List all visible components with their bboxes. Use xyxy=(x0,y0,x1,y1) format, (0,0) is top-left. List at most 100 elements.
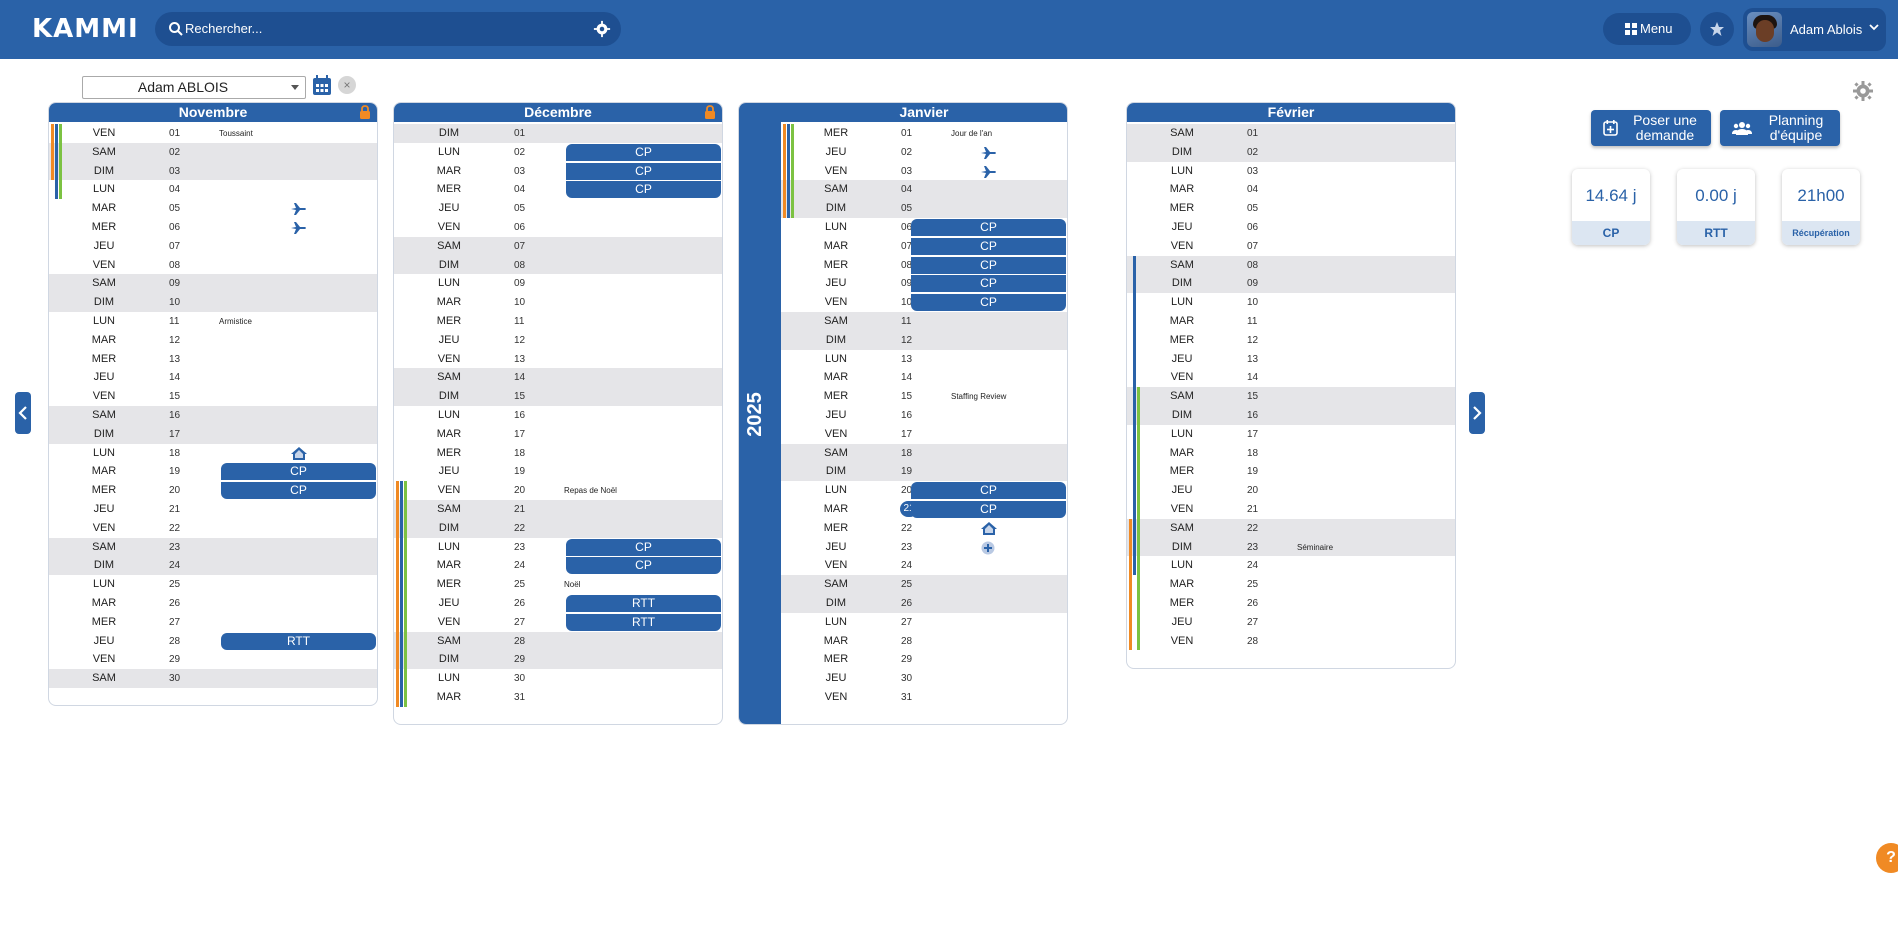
day-row[interactable]: DIM 03 xyxy=(49,161,377,181)
day-row[interactable]: DIM 01 xyxy=(394,124,722,143)
day-row[interactable]: MER 26 xyxy=(1127,594,1455,613)
day-row[interactable]: LUN 11 Armistice xyxy=(49,312,377,331)
team-planning-button[interactable]: Planning d'équipe xyxy=(1720,110,1840,146)
day-row[interactable]: SAM 28 xyxy=(394,631,722,651)
leave-event[interactable]: CP xyxy=(911,256,1066,274)
leave-event[interactable]: CP xyxy=(566,162,721,180)
day-row[interactable]: DIM 09 xyxy=(1127,274,1455,294)
day-row[interactable]: VEN 20 Repas de Noël xyxy=(394,481,722,500)
day-row[interactable]: MER 12 xyxy=(1127,331,1455,350)
day-row[interactable]: MER 15 Staffing Review xyxy=(781,387,1067,406)
day-row[interactable]: DIM 29 xyxy=(394,650,722,670)
leave-event[interactable]: CP xyxy=(911,501,1066,518)
person-select[interactable]: Adam ABLOIS xyxy=(82,76,306,99)
day-row[interactable]: VEN 06 xyxy=(394,218,722,237)
day-row[interactable]: VEN 07 xyxy=(1127,237,1455,256)
day-row[interactable]: DIM 24 xyxy=(49,556,377,576)
day-row[interactable]: MAR 12 xyxy=(49,331,377,350)
day-row[interactable]: MAR 04 xyxy=(1127,180,1455,199)
day-row[interactable]: MER 01 Jour de l'an xyxy=(781,124,1067,143)
search-settings-icon[interactable] xyxy=(593,20,611,38)
user-menu[interactable]: Adam Ablois xyxy=(1743,8,1886,51)
day-row[interactable]: JEU 20 xyxy=(1127,481,1455,500)
leave-event[interactable]: RTT xyxy=(566,613,721,631)
day-row[interactable]: LUN 17 xyxy=(1127,425,1455,444)
day-row[interactable]: MER 27 xyxy=(49,613,377,632)
leave-event[interactable]: CP xyxy=(911,294,1066,312)
day-row[interactable]: VEN 22 xyxy=(49,519,377,538)
day-row[interactable]: LUN 25 xyxy=(49,575,377,594)
day-row[interactable]: VEN 14 xyxy=(1127,368,1455,387)
day-row[interactable]: VEN 21 xyxy=(1127,500,1455,519)
day-row[interactable]: VEN 13 xyxy=(394,350,722,369)
day-row[interactable]: VEN 31 xyxy=(781,688,1067,707)
day-row[interactable]: LUN 13 xyxy=(781,350,1067,369)
day-row[interactable]: VEN 17 xyxy=(781,425,1067,444)
day-row[interactable]: MER 06 xyxy=(49,218,377,237)
day-row[interactable]: MAR 05 xyxy=(49,199,377,218)
day-row[interactable]: MAR 25 xyxy=(1127,575,1455,594)
day-row[interactable]: VEN 03 xyxy=(781,162,1067,181)
day-row[interactable]: SAM 08 xyxy=(1127,255,1455,275)
day-row[interactable]: LUN 27 xyxy=(781,613,1067,632)
day-row[interactable]: LUN 24 xyxy=(1127,556,1455,575)
leave-event[interactable]: CP xyxy=(221,463,376,481)
day-row[interactable]: JEU 05 xyxy=(394,199,722,218)
day-row[interactable]: MER 05 xyxy=(1127,199,1455,218)
day-row[interactable]: SAM 09 xyxy=(49,274,377,294)
day-row[interactable]: MAR 11 xyxy=(1127,312,1455,331)
day-row[interactable]: VEN 28 xyxy=(1127,632,1455,651)
day-row[interactable]: MAR 28 xyxy=(781,632,1067,651)
day-row[interactable]: MER 29 xyxy=(781,650,1067,669)
day-row[interactable]: MAR 18 xyxy=(1127,444,1455,463)
day-row[interactable]: MER 13 xyxy=(49,350,377,369)
menu-button[interactable]: Menu xyxy=(1603,13,1691,45)
day-row[interactable]: DIM 08 xyxy=(394,255,722,275)
leave-event[interactable]: CP xyxy=(566,143,721,161)
day-row[interactable]: MER 25 Noël xyxy=(394,575,722,594)
day-row[interactable]: VEN 01 Toussaint xyxy=(49,124,377,143)
day-row[interactable]: LUN 09 xyxy=(394,274,722,293)
plus-icon[interactable] xyxy=(981,541,995,560)
day-row[interactable]: MAR 26 xyxy=(49,594,377,613)
previous-month-button[interactable] xyxy=(15,392,31,434)
leave-event[interactable]: CP xyxy=(911,237,1066,255)
settings-gear-icon[interactable] xyxy=(1853,81,1873,101)
day-row[interactable]: VEN 08 xyxy=(49,256,377,275)
next-month-button[interactable] xyxy=(1469,392,1485,434)
plane-icon[interactable] xyxy=(981,146,997,164)
help-button[interactable]: ? xyxy=(1876,843,1898,873)
day-row[interactable]: DIM 15 xyxy=(394,387,722,406)
day-row[interactable]: SAM 22 xyxy=(1127,518,1455,538)
day-row[interactable]: JEU 07 xyxy=(49,237,377,256)
day-row[interactable]: MAR 14 xyxy=(781,368,1067,387)
day-row[interactable]: SAM 23 xyxy=(49,537,377,557)
day-row[interactable]: SAM 25 xyxy=(781,575,1067,594)
day-row[interactable]: LUN 18 xyxy=(49,444,377,463)
day-row[interactable]: DIM 19 xyxy=(781,462,1067,482)
day-row[interactable]: VEN 29 xyxy=(49,650,377,669)
day-row[interactable]: DIM 26 xyxy=(781,594,1067,613)
day-row[interactable]: LUN 10 xyxy=(1127,293,1455,312)
home-icon[interactable] xyxy=(291,446,307,465)
leave-event[interactable]: CP xyxy=(911,219,1066,236)
day-row[interactable]: SAM 15 xyxy=(1127,387,1455,406)
calendar-icon[interactable] xyxy=(312,75,332,96)
day-row[interactable]: MER 18 xyxy=(394,444,722,463)
day-row[interactable]: JEU 13 xyxy=(1127,350,1455,369)
day-row[interactable]: DIM 10 xyxy=(49,293,377,312)
day-row[interactable]: JEU 23 xyxy=(781,538,1067,557)
day-row[interactable]: LUN 04 xyxy=(49,180,377,199)
day-row[interactable]: MAR 10 xyxy=(394,293,722,312)
day-row[interactable]: SAM 16 xyxy=(49,406,377,425)
leave-event[interactable]: CP xyxy=(911,275,1066,293)
search-input[interactable]: Rechercher... xyxy=(185,21,262,36)
day-row[interactable]: MAR 31 xyxy=(394,688,722,707)
day-row[interactable]: SAM 02 xyxy=(49,142,377,162)
day-row[interactable]: SAM 21 xyxy=(394,500,722,519)
day-row[interactable]: SAM 14 xyxy=(394,368,722,388)
day-row[interactable]: JEU 06 xyxy=(1127,218,1455,237)
day-row[interactable]: DIM 16 xyxy=(1127,406,1455,425)
day-row[interactable]: VEN 24 xyxy=(781,556,1067,575)
day-row[interactable]: MER 11 xyxy=(394,312,722,331)
